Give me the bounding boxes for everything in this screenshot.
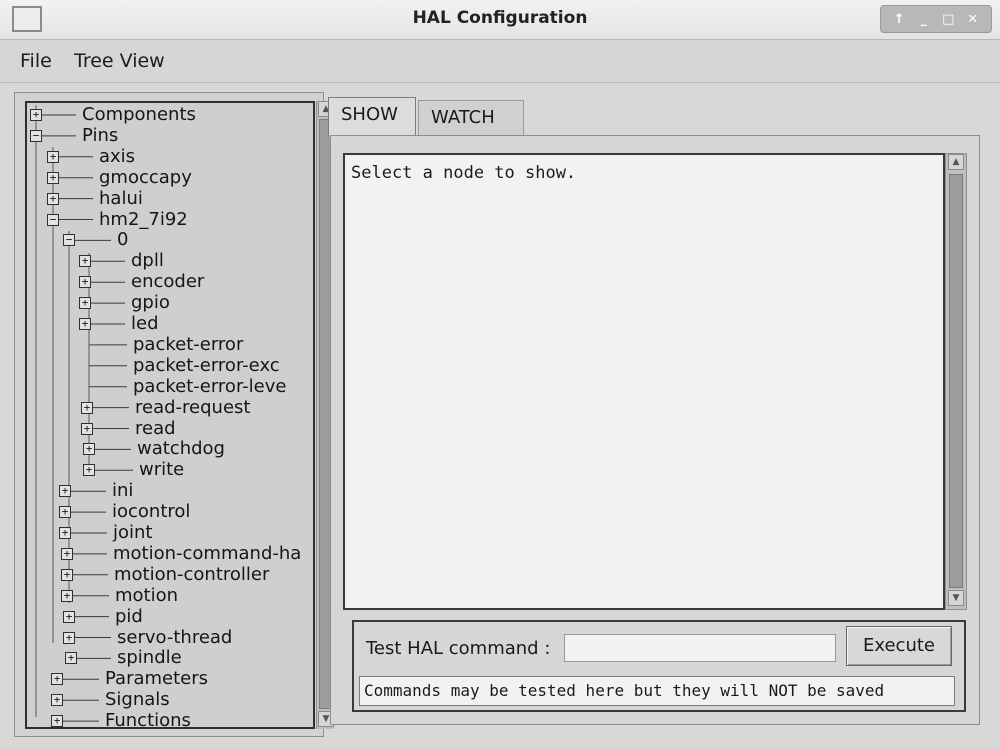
tree-node[interactable]: Functions: [105, 711, 191, 731]
command-status: Commands may be tested here but they wil…: [359, 676, 955, 706]
expand-icon[interactable]: +: [47, 192, 59, 205]
tree-node[interactable]: read: [135, 418, 176, 439]
tree-node[interactable]: ini: [112, 481, 133, 501]
maximize-icon[interactable]: □: [938, 12, 958, 27]
collapse-icon[interactable]: −: [47, 213, 59, 226]
expand-icon[interactable]: +: [47, 150, 59, 163]
expand-icon[interactable]: +: [61, 568, 73, 581]
tree-node[interactable]: Pins: [82, 125, 118, 146]
tree-node[interactable]: motion-command-ha: [113, 543, 301, 564]
tree-node[interactable]: Parameters: [105, 669, 208, 689]
hal-tree[interactable]: Components + Pins − axis + gmoccapy + halui + hm2_…: [25, 101, 315, 731]
show-scrollbar[interactable]: ▲ ▼: [945, 153, 967, 610]
menu-tree-view[interactable]: Tree View: [74, 50, 165, 72]
tree-node[interactable]: packet-error-leve: [133, 376, 286, 397]
tree-node[interactable]: servo-thread: [117, 627, 232, 648]
collapse-icon[interactable]: −: [30, 129, 42, 142]
expand-icon[interactable]: +: [63, 631, 75, 644]
tree-node[interactable]: iocontrol: [112, 502, 190, 522]
show-text: Select a node to show.: [351, 163, 577, 183]
tree-node[interactable]: watchdog: [137, 439, 225, 459]
title-bar: HAL Configuration ↑ _ □ ✕: [0, 0, 1000, 40]
tree-node[interactable]: Components: [82, 105, 196, 125]
show-text-area[interactable]: Select a node to show.: [343, 153, 945, 610]
expand-icon[interactable]: +: [63, 610, 75, 623]
tree-node[interactable]: halui: [99, 188, 143, 209]
expand-icon[interactable]: +: [59, 506, 71, 519]
tree-node[interactable]: gmoccapy: [99, 167, 192, 188]
minimize-icon[interactable]: _: [914, 12, 934, 27]
expand-icon[interactable]: +: [79, 318, 91, 330]
close-icon[interactable]: ✕: [963, 12, 983, 27]
expand-icon[interactable]: +: [61, 589, 73, 602]
expand-icon[interactable]: +: [79, 276, 91, 289]
tree-node[interactable]: read-request: [135, 397, 250, 418]
expand-icon[interactable]: +: [59, 485, 71, 498]
expand-icon[interactable]: +: [59, 527, 71, 539]
expand-icon[interactable]: +: [81, 422, 93, 435]
menu-file[interactable]: File: [20, 50, 52, 72]
keep-above-icon[interactable]: ↑: [889, 12, 909, 27]
collapse-icon[interactable]: −: [63, 234, 75, 247]
tree-node[interactable]: 0: [117, 230, 128, 250]
tree-node[interactable]: axis: [99, 146, 135, 167]
expand-icon[interactable]: +: [30, 109, 42, 121]
scroll-down-icon[interactable]: ▼: [948, 590, 964, 606]
expand-icon[interactable]: +: [47, 171, 59, 184]
expand-icon[interactable]: +: [83, 443, 95, 456]
expand-icon[interactable]: +: [65, 652, 77, 665]
menu-bar: File Tree View: [0, 41, 1000, 83]
tab-watch[interactable]: WATCH: [418, 100, 524, 136]
window-controls: ↑ _ □ ✕: [880, 5, 992, 33]
tree-node[interactable]: Signals: [105, 690, 170, 710]
expand-icon[interactable]: +: [79, 255, 91, 268]
tree-node[interactable]: hm2_7i92: [99, 209, 188, 230]
tree-panel: Components + Pins − axis + gmoccapy + halui + hm2_…: [14, 92, 334, 737]
command-input[interactable]: [564, 634, 836, 662]
tree-node[interactable]: packet-error-exc: [133, 355, 280, 376]
tree-node[interactable]: spindle: [117, 648, 182, 668]
expand-icon[interactable]: +: [51, 715, 63, 728]
tree-node[interactable]: motion: [115, 585, 178, 606]
expand-icon[interactable]: +: [83, 464, 95, 477]
expand-icon[interactable]: +: [51, 694, 63, 707]
tree-node[interactable]: pid: [115, 606, 143, 627]
tree-node[interactable]: encoder: [131, 272, 204, 292]
expand-icon[interactable]: +: [81, 401, 93, 414]
tree-node[interactable]: joint: [113, 523, 152, 543]
scroll-up-icon[interactable]: ▲: [948, 154, 964, 170]
expand-icon[interactable]: +: [61, 547, 73, 560]
expand-icon[interactable]: +: [51, 673, 63, 686]
execute-button[interactable]: Execute: [846, 626, 952, 666]
tree-node[interactable]: write: [139, 460, 184, 480]
tree-node[interactable]: motion-controller: [114, 564, 269, 585]
tree-node[interactable]: dpll: [131, 251, 164, 271]
tree-node[interactable]: packet-error: [133, 334, 243, 355]
expand-icon[interactable]: +: [79, 297, 91, 310]
tab-show[interactable]: SHOW: [328, 97, 416, 137]
tree-node[interactable]: led: [131, 314, 159, 334]
show-scroll-thumb[interactable]: [949, 174, 963, 588]
tree-node[interactable]: gpio: [131, 293, 170, 313]
window-title: HAL Configuration: [412, 8, 588, 28]
command-label: Test HAL command :: [366, 638, 551, 659]
